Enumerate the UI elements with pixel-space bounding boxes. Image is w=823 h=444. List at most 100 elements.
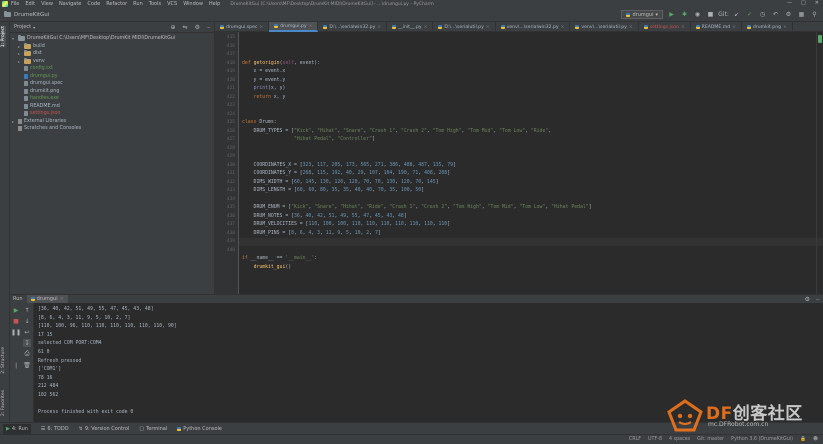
inspection-ok-icon[interactable] <box>818 35 822 43</box>
tree-item-config-txt[interactable]: config.txt <box>10 65 214 73</box>
inspector-icon[interactable]: ☻ <box>813 437 818 442</box>
scroll-to-end-icon[interactable]: ↧ <box>23 339 31 347</box>
menu-refactor[interactable]: Refactor <box>106 1 127 7</box>
close-tab-icon[interactable]: × <box>629 25 633 30</box>
editor-tab[interactable]: settings.json × <box>639 22 691 32</box>
stop-icon[interactable]: ■ <box>706 10 715 19</box>
editor-tab[interactable]: drumgui.spec × <box>215 22 270 32</box>
project-tool-tab[interactable]: 1: Project <box>1 26 6 48</box>
close-icon[interactable]: × <box>60 296 64 302</box>
menu-vcs[interactable]: VCS <box>167 1 177 7</box>
pin-icon[interactable]: ❘ <box>12 361 20 369</box>
run-config-select[interactable]: drumgui ▾ <box>621 10 663 19</box>
menu-help[interactable]: Help <box>209 1 220 7</box>
locate-icon[interactable]: ⊕ <box>171 24 176 31</box>
code-line[interactable]: return x, y <box>242 95 286 100</box>
code-line[interactable]: COORDINATES_Y = [268, 115, 192, 40, 29, … <box>242 171 451 176</box>
code-editor[interactable]: 415 416 417 418 419 420 421 422 423 424 425 426 427 4… <box>215 32 823 294</box>
debug-icon[interactable]: ✱ <box>680 10 689 19</box>
tree-root[interactable]: ▾ DrumeKitGui C:\Users\MF\Desktop\DrumKi… <box>10 35 214 43</box>
code-line[interactable]: COORDINATES_X = [323, 117, 205, 173, 565… <box>242 163 456 168</box>
terminal-tool-button[interactable]: ▢ Terminal <box>139 426 167 432</box>
code-line[interactable]: DRUM_NOTES = [36, 40, 42, 51, 49, 55, 47… <box>242 214 407 219</box>
interpreter-status[interactable]: Python 3.6 (DrumeKitGui) <box>731 437 793 442</box>
trash-icon[interactable]: 🗑 <box>23 361 31 369</box>
history-icon[interactable]: ◷ <box>758 10 767 19</box>
gear-icon[interactable]: ⚙ <box>195 24 200 31</box>
tree-scratches[interactable]: Scratches and Consoles <box>10 125 214 133</box>
tree-item-drumkit-png[interactable]: drumkit.png <box>10 88 214 96</box>
line-separator-status[interactable]: CRLF <box>629 437 641 442</box>
tree-external-libraries[interactable]: ▸ External Libraries <box>10 118 214 126</box>
run-tool-button[interactable]: ▶ 4: Run <box>3 423 31 434</box>
tree-item-drumgui-spec[interactable]: drumgui.spec <box>10 80 214 88</box>
code-line[interactable]: class Drums: <box>242 120 277 125</box>
editor-tab[interactable]: __init__.py × <box>387 22 434 32</box>
maximize-icon[interactable]: □ <box>801 0 806 6</box>
code-line[interactable]: print(x, y) <box>242 86 286 91</box>
indent-status[interactable]: 4 spaces <box>669 437 690 442</box>
editor-tab[interactable]: drumkit.png × <box>742 22 793 32</box>
editor-tab[interactable]: venv\...\serialwin32.py × <box>496 22 571 32</box>
pause-icon[interactable]: ❚❚ <box>11 328 21 336</box>
menu-run[interactable]: Run <box>133 1 143 7</box>
gear-icon[interactable]: ⚙ <box>805 296 810 303</box>
project-panel-title[interactable]: Project <box>14 24 31 30</box>
code-line[interactable]: def getorigin(self, event): <box>242 61 320 66</box>
code-line[interactable]: y = event.y <box>242 78 286 83</box>
close-tab-icon[interactable]: × <box>783 25 787 30</box>
encoding-status[interactable]: UTF-8 <box>648 437 662 442</box>
soft-wrap-icon[interactable]: ↩ <box>23 328 31 336</box>
vcs-commit-icon[interactable]: ✓ <box>745 10 754 19</box>
structure-tool-tab[interactable]: 2: Structure <box>1 347 6 374</box>
code-line[interactable]: DRUM_PINS = [8, 6, 4, 3, 11, 9, 5, 10, 2… <box>242 231 381 236</box>
editor-tab[interactable]: D:\...\serialwin32.py × <box>318 22 388 32</box>
code-line[interactable]: x = event.x <box>242 69 286 74</box>
chevron-down-icon[interactable]: ▾ <box>33 25 35 30</box>
menu-code[interactable]: Code <box>87 1 100 7</box>
close-tab-icon[interactable]: × <box>424 25 428 30</box>
rerun-icon[interactable]: ▶ <box>12 306 20 314</box>
menu-window[interactable]: Window <box>183 1 203 7</box>
close-tab-icon[interactable]: × <box>681 25 685 30</box>
vcs-tool-button[interactable]: ↯ 9: Version Control <box>79 426 130 432</box>
hide-icon[interactable]: – <box>207 24 210 31</box>
tree-item-settings-json[interactable]: settings.json <box>10 110 214 118</box>
menu-file[interactable]: File <box>11 1 19 7</box>
editor-tab[interactable]: README.md × <box>691 22 742 32</box>
close-tab-icon[interactable]: × <box>377 25 381 30</box>
tree-item-readme-md[interactable]: README.md <box>10 103 214 111</box>
run-tab[interactable]: drumgui × <box>26 295 68 303</box>
python-console-tool-button[interactable]: Python Console <box>177 426 222 432</box>
code-line[interactable]: "Hihat Pedal", "Controller"] <box>242 137 375 142</box>
close-tab-icon[interactable]: × <box>259 25 263 30</box>
close-window-icon[interactable]: ✕ <box>815 0 819 6</box>
editor-tab[interactable]: D:\...\serialutil.py × <box>433 22 496 32</box>
stop-icon[interactable]: ■ <box>12 317 20 325</box>
collapse-icon[interactable]: ⇋ <box>183 24 188 31</box>
code-line[interactable]: DRUM_VELOCITIES = [110, 100, 100, 110, 1… <box>242 222 451 227</box>
run-icon[interactable]: ▶ <box>667 10 676 19</box>
menu-navigate[interactable]: Navigate <box>59 1 81 7</box>
hide-icon[interactable]: – <box>816 296 819 303</box>
editor-tab[interactable]: venv\...\serialutil.py × <box>570 22 639 32</box>
tree-item-dist[interactable]: ▸ dist <box>10 50 214 58</box>
minimize-icon[interactable]: — <box>787 0 792 6</box>
tree-item-drumgui-py[interactable]: drumgui.py <box>10 73 214 81</box>
breadcrumb[interactable]: DrumeKitGui <box>4 11 49 18</box>
code-line[interactable]: DRUM_ENUM = ["Kick", "Snare", "Hihat", "… <box>242 205 592 210</box>
tree-item-handles-exe[interactable]: handles.exe <box>10 95 214 103</box>
vcs-update-icon[interactable]: ↙ <box>732 10 741 19</box>
code-line[interactable]: if __name__ == '__main__': <box>242 256 317 261</box>
print-icon[interactable]: ⎙ <box>23 350 31 358</box>
tree-item-build[interactable]: ▸ build <box>10 42 214 51</box>
scroll-up-icon[interactable]: ↑ <box>23 306 31 314</box>
revert-icon[interactable]: ↶ <box>771 10 780 19</box>
menu-tools[interactable]: Tools <box>149 1 161 7</box>
git-branch-status[interactable]: Git: master <box>697 437 724 442</box>
code-line[interactable]: DRUM_TYPES = ["Kick", "Hihat", "Snare", … <box>242 129 552 134</box>
code-line[interactable]: drumkit_gui() <box>242 265 292 270</box>
settings-icon[interactable]: ⚙ <box>784 10 793 19</box>
todo-tool-button[interactable]: ☰ 6: TODO <box>41 426 69 432</box>
menu-edit[interactable]: Edit <box>25 1 35 7</box>
